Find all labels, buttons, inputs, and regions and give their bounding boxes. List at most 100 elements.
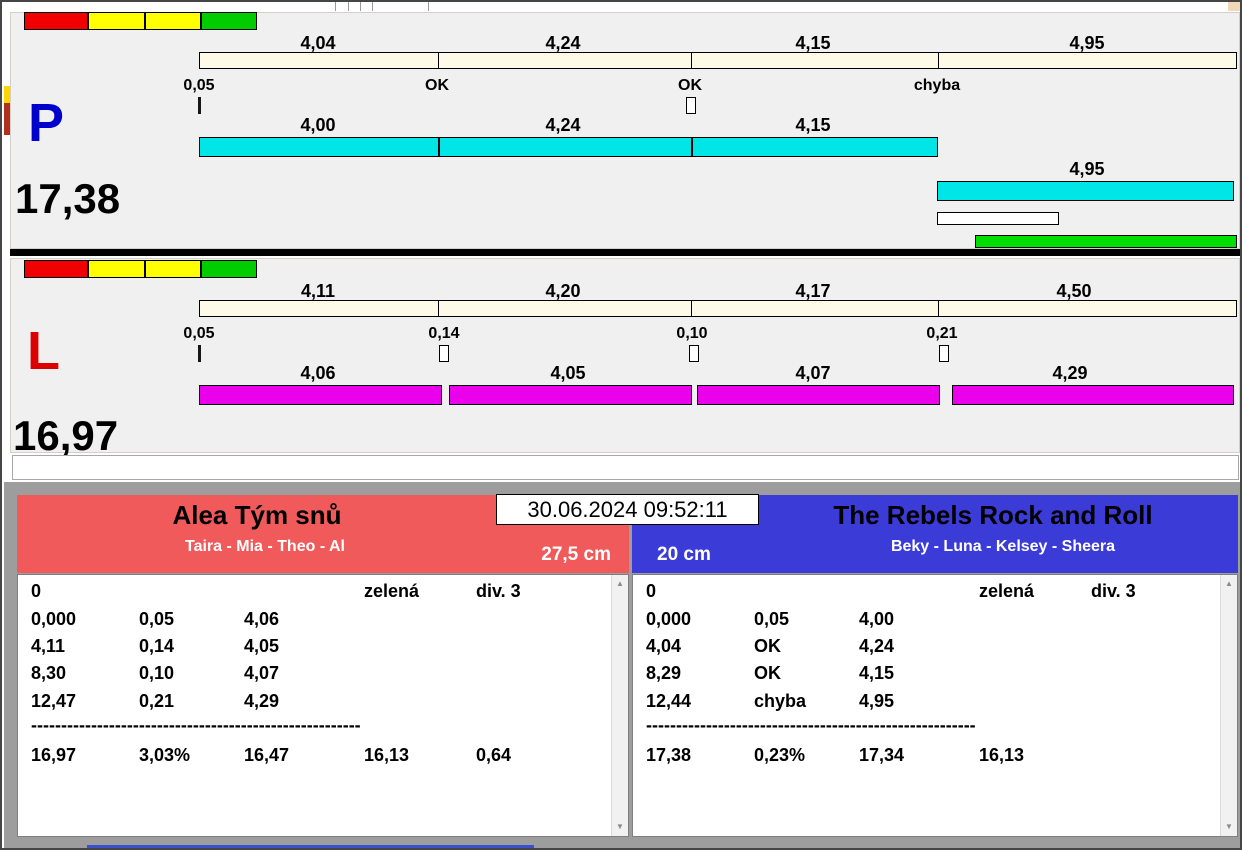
division: div. 3: [1091, 581, 1136, 601]
cell: 0,000: [646, 609, 692, 629]
results-summary-row: 17,38 0,23% 17,34 16,13: [633, 745, 1237, 767]
cell: 4,24: [859, 636, 895, 656]
scroll-up-arrow[interactable]: ▲: [612, 576, 628, 592]
lane-p-green-bar: [975, 235, 1237, 248]
lane-p-ruler-value-2: 4,24: [545, 33, 581, 53]
ruler-tick: [938, 53, 939, 68]
cell: 16,97: [31, 745, 77, 765]
results-divider: ----------------------------------------…: [18, 715, 628, 737]
lane-p-overflow-bar: [937, 181, 1234, 201]
sliver-tick: [428, 2, 429, 11]
division: div. 3: [476, 581, 521, 601]
lane-l-change-label-3: 0,10: [676, 325, 708, 342]
results-row: 8,30 0,10 4,07: [18, 663, 628, 685]
results-panel-left: 0 zelená div. 3 0,000 0,05 4,06 4,11 0,1…: [17, 574, 629, 837]
cell: 4,07: [244, 663, 280, 683]
cell: 4,06: [244, 609, 280, 629]
cell: 0,05: [754, 609, 790, 629]
lane-p-total-time: 17,38: [15, 175, 121, 222]
lane-p-ruler-value-4: 4,95: [1069, 33, 1105, 53]
lane-l-ruler-value-3: 4,17: [795, 281, 831, 301]
cell: 0,23%: [754, 745, 806, 765]
lane-l-time-bar-2: [449, 385, 692, 405]
cell: 3,03%: [139, 745, 191, 765]
sliver-tick: [335, 2, 336, 11]
lane-l-status-lights: [24, 260, 257, 278]
status-light-yellow: [145, 12, 201, 30]
cell: 4,00: [859, 609, 895, 629]
start-value: 0: [31, 581, 42, 601]
change-mark-box: [439, 345, 449, 362]
cell: 4,95: [859, 691, 895, 711]
change-mark-box: [689, 345, 699, 362]
ruler-tick: [691, 301, 692, 316]
lane-p-letter: P: [28, 93, 65, 153]
lane-l-ruler-value-2: 4,20: [545, 281, 581, 301]
lane-divider: [10, 249, 1240, 256]
scrollbar[interactable]: ▲ ▼: [611, 575, 628, 836]
scrollbar[interactable]: ▲ ▼: [1220, 575, 1237, 836]
cell: 16,13: [364, 745, 410, 765]
lane-l-bar-value-4: 4,29: [1052, 363, 1088, 383]
cell: 8,29: [646, 663, 682, 683]
status-light-red: [24, 12, 88, 30]
sliver-tick: [372, 2, 373, 11]
cell: 17,34: [859, 745, 905, 765]
status-light-red: [24, 260, 88, 278]
results-row: 12,44 chyba 4,95: [633, 691, 1237, 713]
change-mark-box: [686, 97, 696, 114]
team-left-members: Taira - Mia - Theo - Al: [184, 538, 345, 555]
status-light-yellow: [88, 260, 145, 278]
datetime-display: 30.06.2024 09:52:11: [496, 494, 759, 525]
results-header-row: 0 zelená div. 3: [18, 581, 628, 603]
status-light-green: [201, 260, 257, 278]
scroll-down-arrow[interactable]: ▼: [1221, 819, 1237, 835]
lane-p-time-bar: [199, 137, 938, 157]
lane-l-ruler-value-4: 4,50: [1056, 281, 1092, 301]
lane-p-change-label-1: 0,05: [183, 77, 215, 94]
cell: 4,11: [31, 636, 66, 656]
lane-p-pending-bar: [937, 212, 1059, 225]
team-left-jump-height: 27,5 cm: [541, 544, 611, 565]
lane-l-bar-value-1: 4,06: [300, 363, 336, 383]
card-color: zelená: [364, 581, 420, 601]
scroll-down-arrow[interactable]: ▼: [612, 819, 628, 835]
team-right-members: Beky - Luna - Kelsey - Sheera: [890, 538, 1116, 555]
cell: 0,000: [31, 609, 77, 629]
results-row: 0,000 0,05 4,00: [633, 609, 1237, 631]
results-row: 4,04 OK 4,24: [633, 636, 1237, 658]
lane-l-total-time: 16,97: [13, 412, 119, 459]
results-row: 0,000 0,05 4,06: [18, 609, 628, 631]
start-value: 0: [646, 581, 657, 601]
lane-l-bar-value-2: 4,05: [550, 363, 586, 383]
divider-dashes: ----------------------------------------…: [31, 715, 361, 735]
cell: 0,21: [139, 691, 175, 711]
bottom-window-fragment: [87, 845, 534, 848]
divider-dashes: ----------------------------------------…: [646, 715, 976, 735]
status-light-yellow: [145, 260, 201, 278]
sliver-tick: [360, 2, 361, 11]
lane-p-ruler-value-3: 4,15: [795, 33, 831, 53]
lane-p-bar-value-2: 4,24: [545, 115, 581, 135]
scroll-up-arrow[interactable]: ▲: [1221, 576, 1237, 592]
cell: 0,05: [139, 609, 175, 629]
lane-l-ruler-value-1: 4,11: [300, 281, 336, 301]
status-light-yellow: [88, 12, 145, 30]
results-row: 12,47 0,21 4,29: [18, 691, 628, 713]
lane-l-bar-value-3: 4,07: [795, 363, 831, 383]
lane-p-ruler-value-1: 4,04: [300, 33, 336, 53]
lane-l-time-bar-1: [199, 385, 442, 405]
results-header-row: 0 zelená div. 3: [633, 581, 1237, 603]
cell: 0,14: [139, 636, 175, 656]
ruler-tick: [938, 301, 939, 316]
cell: 4,15: [859, 663, 895, 683]
lane-p-change-label-2: OK: [425, 77, 449, 94]
lane-l-change-label-1: 0,05: [183, 325, 215, 342]
lane-l-time-bar-4: [952, 385, 1234, 405]
cell: 4,04: [646, 636, 682, 656]
status-light-green: [201, 12, 257, 30]
change-mark-line: [198, 345, 201, 362]
ruler-tick: [438, 53, 439, 68]
timing-app-window: 4,04 4,24 4,15 4,95 0,05 OK OK chyba 4,0…: [0, 0, 1242, 850]
cell: 12,44: [646, 691, 692, 711]
